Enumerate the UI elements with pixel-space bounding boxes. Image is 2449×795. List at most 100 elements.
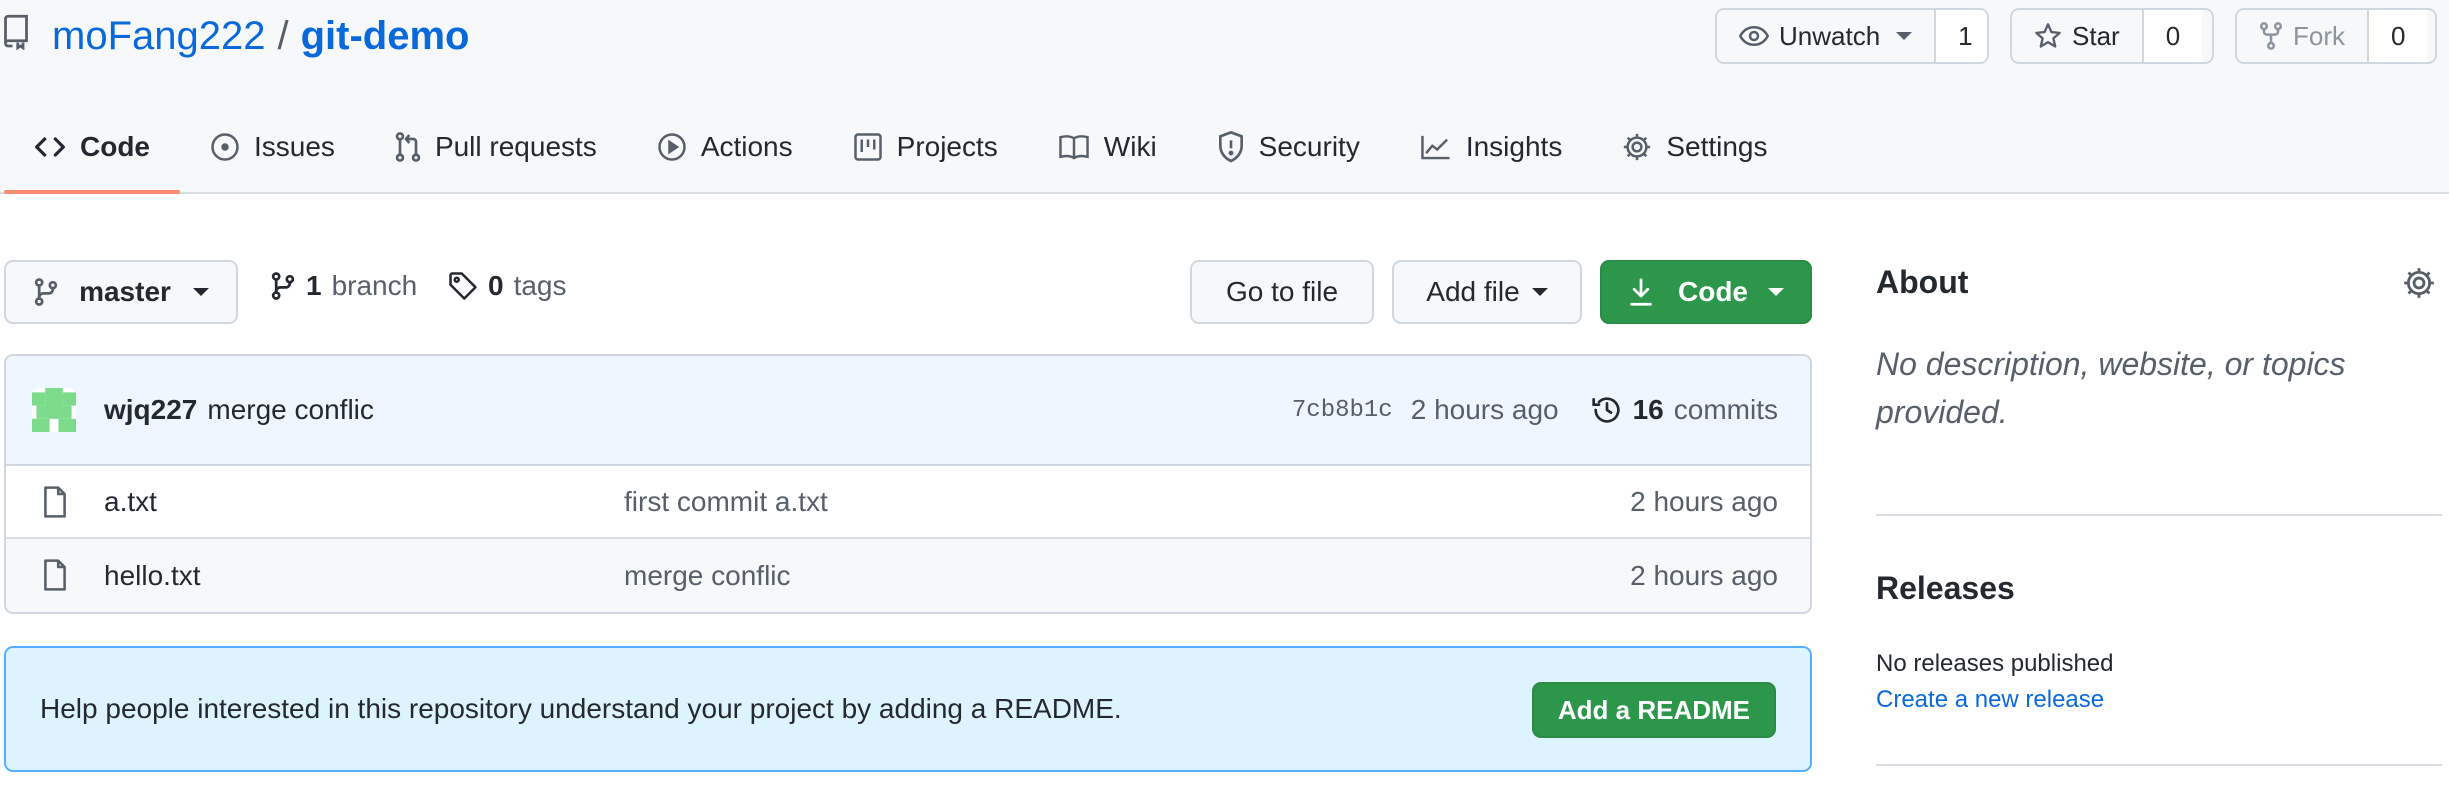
add-file-label: Add file — [1426, 276, 1520, 307]
about-description: No description, website, or topics provi… — [1876, 346, 2346, 430]
eye-icon — [1739, 25, 1769, 47]
star-button[interactable]: Star — [2012, 10, 2144, 62]
file-list-box: wjq227 merge conflic 7cb8b1c 2 hours ago … — [4, 354, 1812, 614]
file-row: hello.txt merge conflic 2 hours ago — [6, 539, 1810, 612]
commit-count: 16 — [1632, 394, 1664, 425]
chevron-down-icon — [1768, 288, 1784, 296]
fork-button[interactable]: Fork — [2237, 10, 2369, 62]
tag-label: tags — [513, 270, 567, 301]
file-commit-link[interactable]: first commit a.txt — [624, 486, 828, 518]
readme-banner: Help people interested in this repositor… — [4, 646, 1812, 772]
about-heading: About — [1876, 264, 1969, 300]
add-readme-button[interactable]: Add a README — [1531, 682, 1776, 738]
shield-icon — [1217, 131, 1245, 163]
tab-code[interactable]: Code — [4, 112, 180, 194]
commit-meta: 7cb8b1c 2 hours ago 16 commits — [1292, 394, 1778, 426]
fork-button-group: Fork 0 — [2235, 8, 2437, 64]
code-icon — [34, 133, 66, 161]
tab-label: Pull requests — [434, 131, 597, 162]
commit-sha-link[interactable]: 7cb8b1c — [1292, 397, 1393, 424]
unwatch-button[interactable]: Unwatch — [1717, 10, 1937, 62]
go-to-file-button[interactable]: Go to file — [1190, 260, 1374, 324]
no-releases-text: No releases published — [1876, 650, 2114, 677]
tab-issues[interactable]: Issues — [180, 112, 365, 182]
file-icon — [42, 486, 68, 518]
add-file-button[interactable]: Add file — [1392, 260, 1582, 324]
repo-icon — [2, 14, 30, 50]
fork-count[interactable]: 0 — [2369, 10, 2428, 62]
tab-security[interactable]: Security — [1187, 112, 1390, 182]
gear-icon — [1622, 132, 1652, 162]
file-name-link[interactable]: hello.txt — [104, 560, 201, 592]
unwatch-label: Unwatch — [1779, 20, 1881, 51]
star-button-group: Star 0 — [2010, 8, 2214, 64]
tab-pull-requests[interactable]: Pull requests — [365, 112, 627, 182]
chevron-down-icon — [1531, 288, 1548, 296]
play-icon — [657, 132, 687, 162]
tab-label: Settings — [1666, 131, 1768, 162]
readme-prompt: Help people interested in this repositor… — [40, 693, 1122, 724]
releases-heading[interactable]: Releases — [1876, 570, 2015, 607]
repo-title: moFang222 / git-demo — [52, 8, 469, 64]
tab-wiki[interactable]: Wiki — [1028, 112, 1187, 182]
project-icon — [853, 132, 883, 162]
tab-label: Issues — [254, 131, 335, 162]
latest-commit-row: wjq227 merge conflic 7cb8b1c 2 hours ago … — [6, 356, 1810, 466]
watch-button-group: Unwatch 1 — [1715, 8, 1989, 64]
avatar[interactable] — [32, 388, 76, 432]
tags-link[interactable]: 0 tags — [448, 270, 567, 302]
commit-message-link[interactable]: merge conflic — [207, 394, 374, 425]
commit-author-link[interactable]: wjq227 — [104, 394, 197, 425]
history-icon — [1591, 394, 1623, 426]
branch-select-button[interactable]: master — [4, 260, 238, 324]
tag-icon — [448, 271, 478, 301]
download-icon — [1628, 277, 1654, 307]
branches-link[interactable]: 1 branch — [270, 270, 417, 302]
go-to-file-label: Go to file — [1225, 276, 1339, 307]
star-label: Star — [2072, 20, 2120, 51]
file-name-link[interactable]: a.txt — [104, 486, 157, 518]
graph-icon — [1420, 133, 1452, 161]
star-icon — [2034, 22, 2062, 50]
fork-icon — [2259, 22, 2283, 50]
book-icon — [1058, 133, 1090, 161]
code-button-label: Code — [1678, 276, 1748, 307]
commit-message: wjq227 merge conflic — [104, 394, 374, 426]
sidebar-divider — [1876, 764, 2442, 766]
watch-count[interactable]: 1 — [1936, 10, 1987, 62]
fork-label: Fork — [2293, 20, 2345, 51]
gear-icon[interactable] — [2402, 266, 2436, 300]
code-download-button[interactable]: Code — [1600, 260, 1812, 324]
repo-owner-link[interactable]: moFang222 — [52, 8, 265, 64]
commits-history-link[interactable]: 16 commits — [1591, 394, 1778, 426]
star-count[interactable]: 0 — [2143, 10, 2203, 62]
tab-insights[interactable]: Insights — [1390, 112, 1593, 182]
tab-label: Actions — [700, 131, 793, 162]
chevron-down-icon — [192, 288, 209, 296]
sidebar-divider — [1876, 514, 2442, 516]
repo-nav-tabs: Code Issues Pull requests Actions Projec… — [4, 112, 1798, 194]
tab-label: Code — [80, 131, 150, 162]
tab-actions[interactable]: Actions — [627, 112, 823, 182]
tab-label: Insights — [1465, 131, 1563, 162]
branch-icon — [33, 277, 59, 307]
file-icon — [42, 559, 68, 591]
tab-settings[interactable]: Settings — [1592, 112, 1797, 182]
repo-name-link[interactable]: git-demo — [301, 8, 470, 64]
create-release-link[interactable]: Create a new release — [1876, 686, 2104, 714]
file-commit-link[interactable]: merge conflic — [624, 560, 791, 592]
file-age: 2 hours ago — [1630, 559, 1778, 591]
tab-projects[interactable]: Projects — [823, 112, 1028, 182]
repo-separator: / — [277, 14, 289, 58]
file-age: 2 hours ago — [1630, 485, 1778, 517]
pull-request-icon — [395, 131, 421, 163]
commit-label: commits — [1673, 394, 1778, 425]
branch-icon — [270, 271, 296, 301]
file-row: a.txt first commit a.txt 2 hours ago — [6, 466, 1810, 539]
chevron-down-icon — [1896, 32, 1913, 40]
commit-age: 2 hours ago — [1410, 394, 1559, 425]
branch-name: master — [79, 276, 171, 307]
issue-icon — [210, 132, 240, 162]
branch-count: 1 — [306, 270, 322, 301]
tag-count: 0 — [488, 270, 504, 301]
